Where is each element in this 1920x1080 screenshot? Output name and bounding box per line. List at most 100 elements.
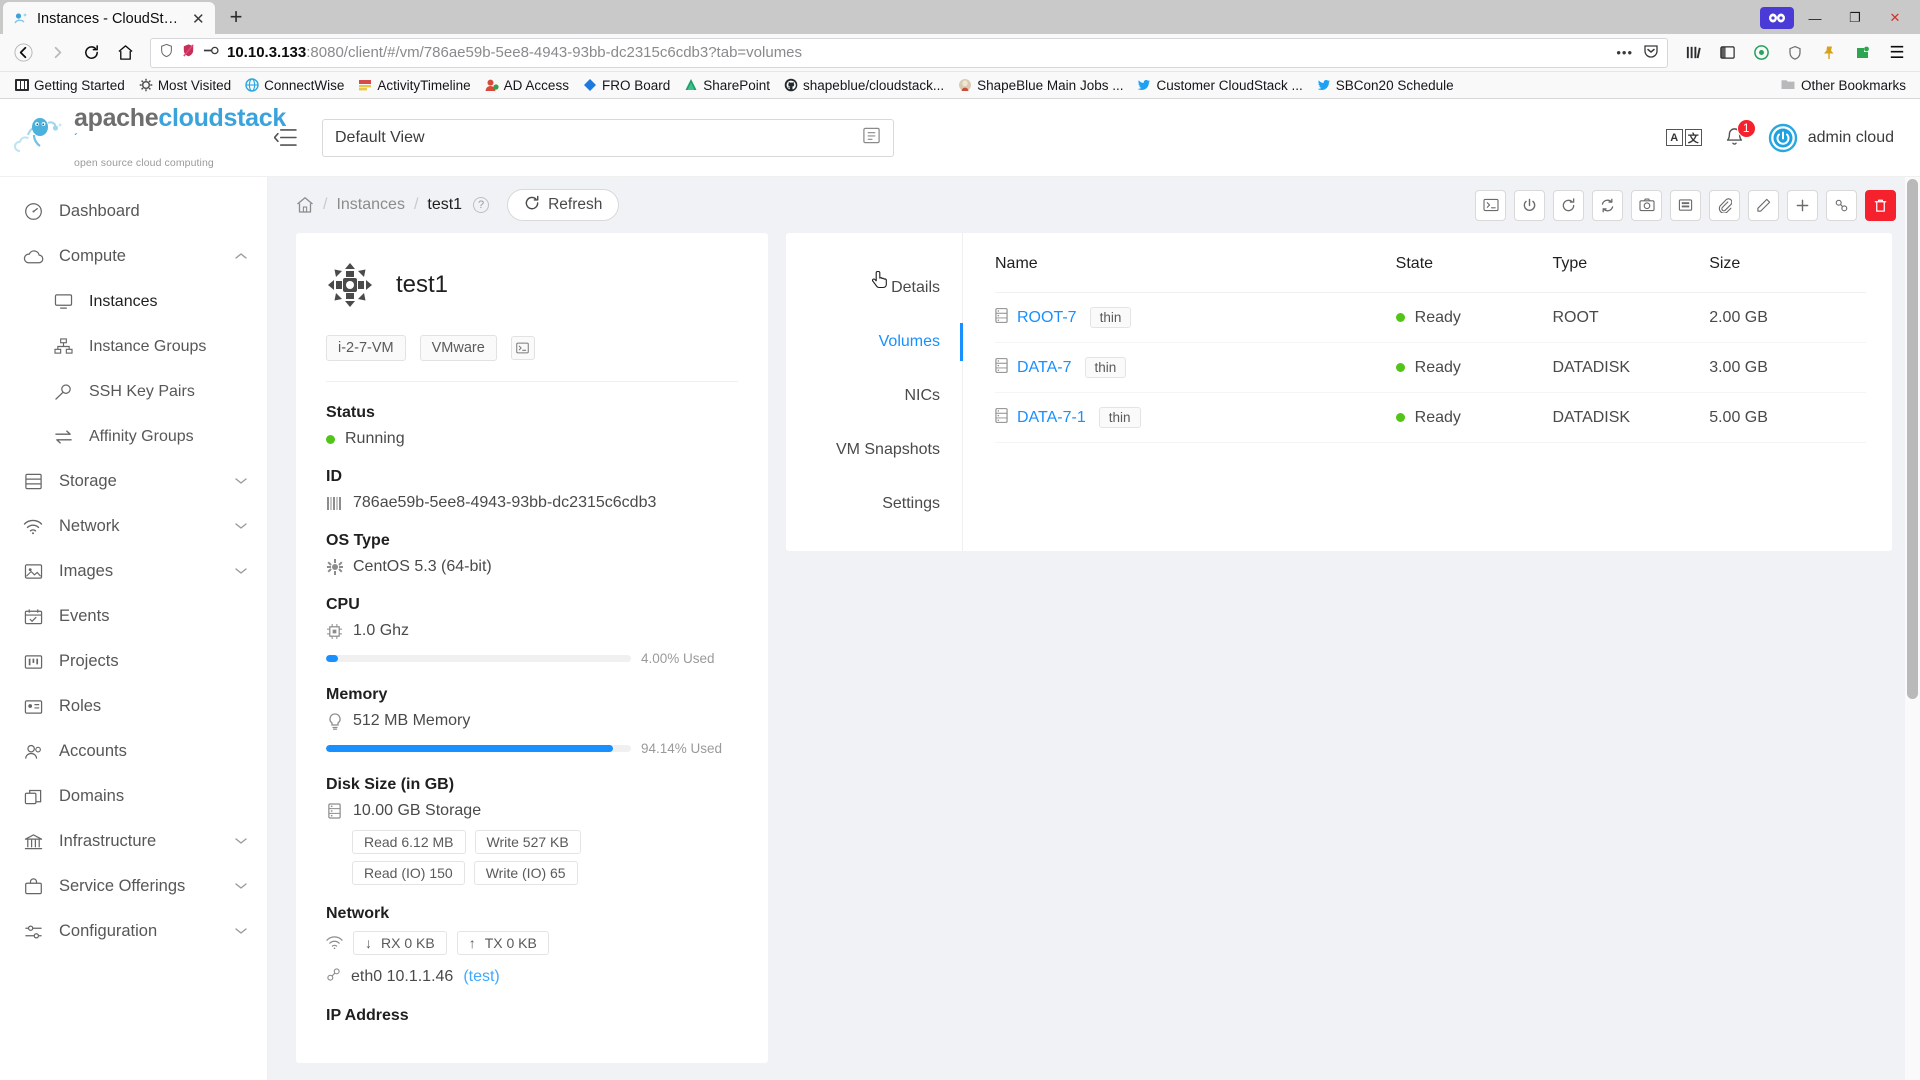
bookmark-item[interactable]: SBCon20 Schedule <box>1310 76 1461 95</box>
column-header-state[interactable]: State <box>1395 255 1553 293</box>
bookmark-item[interactable]: FRO Board <box>576 76 677 95</box>
sharepoint-icon <box>684 78 698 92</box>
bookmark-item[interactable]: ConnectWise <box>238 76 351 95</box>
library-icon[interactable] <box>1678 38 1708 68</box>
forward-icon[interactable] <box>42 38 72 68</box>
tracking-protection-icon[interactable] <box>181 43 196 62</box>
other-bookmarks-button[interactable]: Other Bookmarks <box>1774 76 1912 95</box>
tab-vm-snapshots[interactable]: VM Snapshots <box>786 423 962 477</box>
sidebar-item-storage[interactable]: Storage <box>0 459 267 504</box>
bookmark-item[interactable]: SharePoint <box>677 76 777 95</box>
sidebar-item-infrastructure[interactable]: Infrastructure <box>0 819 267 864</box>
bookmark-item[interactable]: Customer CloudStack ... <box>1130 76 1309 95</box>
tab-close-icon[interactable]: ✕ <box>190 10 207 28</box>
window-minimize-button[interactable]: — <box>1796 3 1834 33</box>
bookmark-item[interactable]: Getting Started <box>8 76 132 95</box>
table-row[interactable]: DATA-7-1 thin Ready DATADISK 5.00 GB <box>995 392 1866 443</box>
bookmark-item[interactable]: ActivityTimeline <box>351 76 477 95</box>
new-tab-button[interactable]: + <box>219 1 253 33</box>
home-icon[interactable] <box>110 38 140 68</box>
bookmark-item[interactable]: ShapeBlue Main Jobs ... <box>951 76 1130 95</box>
column-header-type[interactable]: Type <box>1552 255 1710 293</box>
notifications-button[interactable]: 1 <box>1724 118 1756 150</box>
sidebar-item-instances[interactable]: Instances <box>0 279 267 324</box>
page-actions-icon[interactable]: ••• <box>1616 45 1633 60</box>
pocket-icon[interactable] <box>1643 43 1659 63</box>
network-throughput-row: ↓ RX 0 KB ↑ TX 0 KB <box>326 931 738 955</box>
logo-tagline: open source cloud computing <box>74 157 214 170</box>
power-button[interactable] <box>1514 189 1545 221</box>
reload-icon[interactable] <box>76 38 106 68</box>
browser-tab[interactable]: Instances - CloudStack ✕ <box>3 2 215 34</box>
sidebar-item-ssh-key-pairs[interactable]: SSH Key Pairs <box>0 369 267 414</box>
tab-volumes[interactable]: Volumes <box>786 315 963 369</box>
terminal-icon[interactable] <box>510 336 535 360</box>
vm-hypervisor-tag: VMware <box>419 335 497 361</box>
table-row[interactable]: ROOT-7 thin Ready ROOT 2.00 GB <box>995 292 1866 343</box>
sidebar-item-instance-groups[interactable]: Instance Groups <box>0 324 267 369</box>
bookmark-item[interactable]: shapeblue/cloudstack... <box>777 76 951 95</box>
sidebar-item-images[interactable]: Images <box>0 549 267 594</box>
sidebar-item-domains[interactable]: Domains <box>0 774 267 819</box>
pin-icon[interactable] <box>1814 38 1844 68</box>
breadcrumb-instances[interactable]: Instances <box>336 196 404 214</box>
cpu-text: 1.0 Ghz <box>353 622 410 639</box>
column-header-size[interactable]: Size <box>1709 255 1866 293</box>
sidebar-item-affinity-groups[interactable]: Affinity Groups <box>0 414 267 459</box>
volume-link[interactable]: DATA-7 <box>1017 359 1072 377</box>
sidebar-item-network[interactable]: Network <box>0 504 267 549</box>
snapshot-button[interactable] <box>1631 189 1662 221</box>
refresh-button[interactable]: Refresh <box>507 189 620 221</box>
window-close-button[interactable]: ✕ <box>1876 3 1914 33</box>
app-logo[interactable]: apachecloudstack ´ open source cloud comp… <box>0 106 286 169</box>
user-menu[interactable]: admin cloud <box>1767 122 1894 153</box>
notification-badge: 1 <box>1736 118 1756 138</box>
bookmark-item[interactable]: AD Access <box>478 76 576 95</box>
tab-settings[interactable]: Settings <box>786 477 962 531</box>
home-icon[interactable] <box>296 196 314 214</box>
table-row[interactable]: DATA-7 thin Ready DATADISK 3.00 GB <box>995 342 1866 393</box>
sidebar-item-dashboard[interactable]: Dashboard <box>0 189 267 234</box>
vm-snapshot-button[interactable] <box>1670 189 1701 221</box>
shield-icon[interactable] <box>1780 38 1810 68</box>
column-header-name[interactable]: Name <box>995 255 1396 293</box>
view-selector[interactable]: Default View <box>322 118 894 157</box>
back-icon[interactable] <box>8 38 38 68</box>
console-button[interactable] <box>1475 189 1506 221</box>
volume-link[interactable]: ROOT-7 <box>1017 309 1077 327</box>
memory-progress-bar <box>326 745 631 752</box>
sidebar-icon[interactable] <box>1712 38 1742 68</box>
help-icon[interactable]: ? <box>473 197 490 213</box>
sidebar-item-projects[interactable]: Projects <box>0 639 267 684</box>
edit-button[interactable] <box>1748 189 1779 221</box>
migrate-button[interactable] <box>1826 189 1857 221</box>
container-icon[interactable] <box>1746 38 1776 68</box>
sidebar-item-compute[interactable]: Compute <box>0 234 267 279</box>
app-menu-icon[interactable]: ☰ <box>1882 38 1912 68</box>
volume-link[interactable]: DATA-7-1 <box>1017 409 1086 427</box>
window-maximize-button[interactable]: ❐ <box>1836 3 1874 33</box>
bookmark-item[interactable]: Most Visited <box>132 76 238 95</box>
page-scrollbar-thumb[interactable] <box>1907 179 1918 699</box>
unlock-icon[interactable] <box>203 44 220 61</box>
sidebar-item-roles[interactable]: Roles <box>0 684 267 729</box>
reboot-button[interactable] <box>1553 189 1584 221</box>
language-toggle[interactable]: A 文 <box>1665 129 1702 146</box>
attach-iso-button[interactable] <box>1709 189 1740 221</box>
page-info-icon[interactable] <box>159 43 174 62</box>
divider <box>326 381 738 382</box>
firefox-account-icon[interactable] <box>1760 7 1794 29</box>
menu-collapse-icon[interactable] <box>268 121 302 155</box>
reinstall-button[interactable] <box>1592 189 1623 221</box>
scale-vm-button[interactable] <box>1787 189 1818 221</box>
destroy-button[interactable] <box>1865 189 1896 221</box>
sidebar-item-accounts[interactable]: Accounts <box>0 729 267 774</box>
sidebar-item-events[interactable]: Events <box>0 594 267 639</box>
sidebar-item-service-offerings[interactable]: Service Offerings <box>0 864 267 909</box>
sidebar-item-configuration[interactable]: Configuration <box>0 909 267 954</box>
address-bar[interactable]: 10.10.3.133:8080/client/#/vm/786ae59b-5e… <box>150 37 1668 68</box>
extension-icon[interactable] <box>1848 38 1878 68</box>
tab-nics[interactable]: NICs <box>786 369 962 423</box>
barcode-icon <box>326 496 343 510</box>
nic-network-link[interactable]: (test) <box>463 968 499 986</box>
